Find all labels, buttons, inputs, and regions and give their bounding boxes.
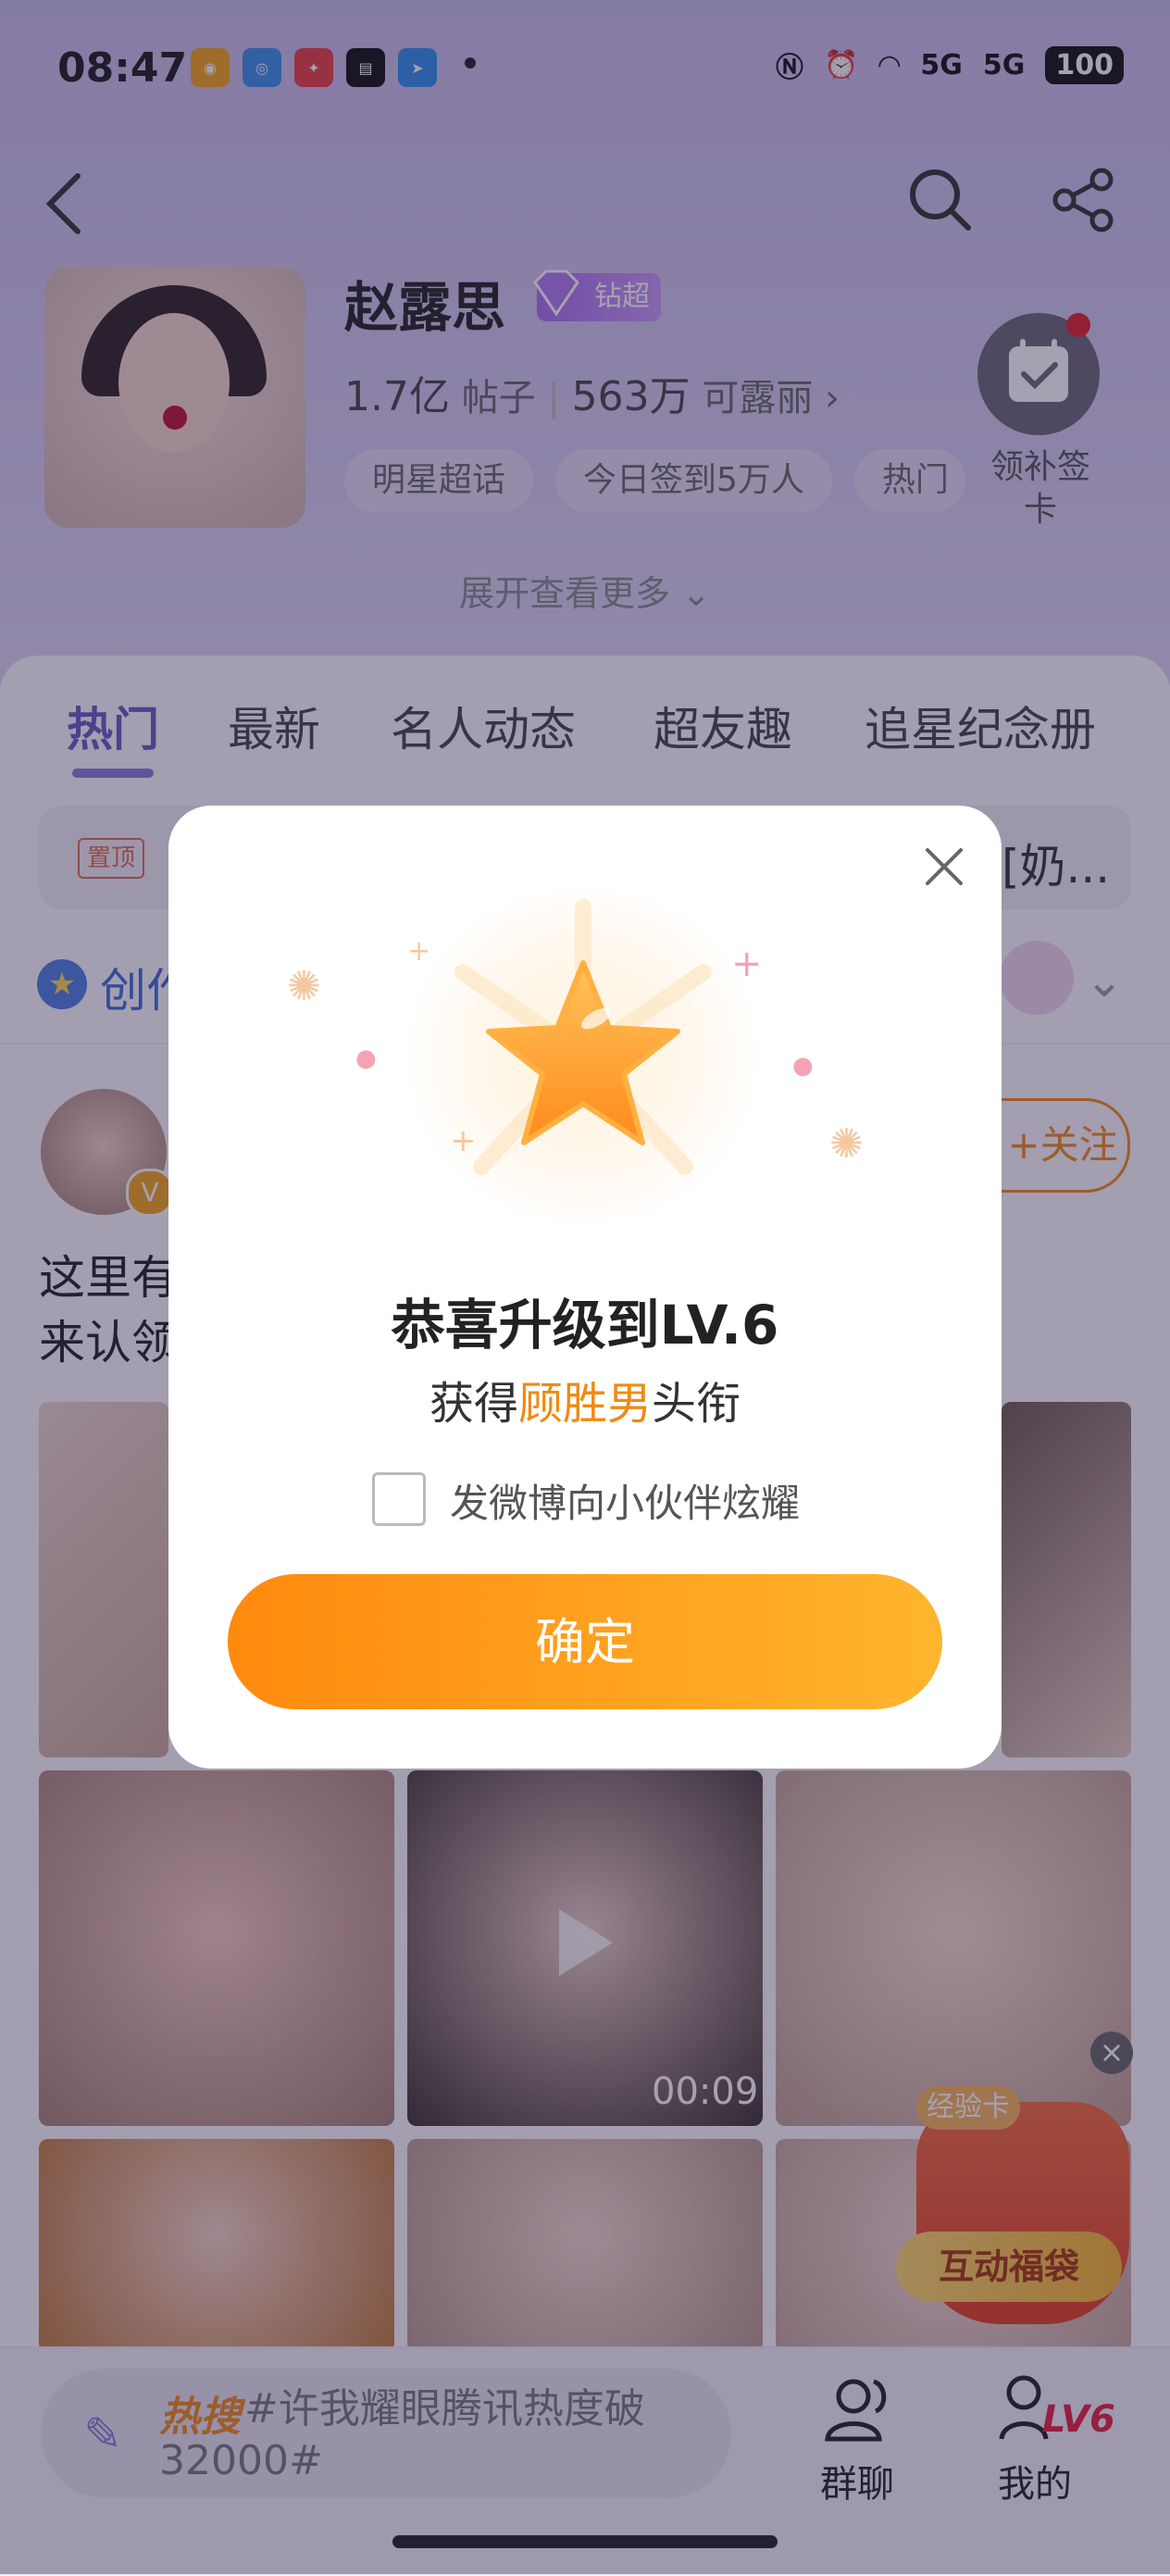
sparkle-icon: + <box>450 1122 477 1159</box>
sparkle-icon: ● <box>355 1044 377 1072</box>
close-icon[interactable] <box>915 837 974 896</box>
title-name: 顾胜男 <box>517 1378 652 1430</box>
confirm-button[interactable]: 确定 <box>228 1574 942 1709</box>
sparkle-icon: + <box>407 935 431 968</box>
sparkle-icon: ✺ <box>829 1120 864 1168</box>
sparkle-icon: ✺ <box>287 963 321 1010</box>
share-checkbox-label[interactable]: 发微博向小伙伴炫耀 <box>450 1472 800 1529</box>
sparkle-icon: + <box>731 943 763 985</box>
dialog-subtitle: 获得顾胜男头衔 <box>168 1367 1002 1432</box>
share-checkbox[interactable] <box>372 1472 426 1526</box>
subtitle-suffix: 头衔 <box>652 1378 741 1430</box>
dialog-title: 恭喜升级到LV.6 <box>391 1294 779 1357</box>
sparkle-icon: ● <box>792 1052 814 1080</box>
star-icon <box>486 960 680 1145</box>
subtitle-prefix: 获得 <box>429 1378 518 1430</box>
